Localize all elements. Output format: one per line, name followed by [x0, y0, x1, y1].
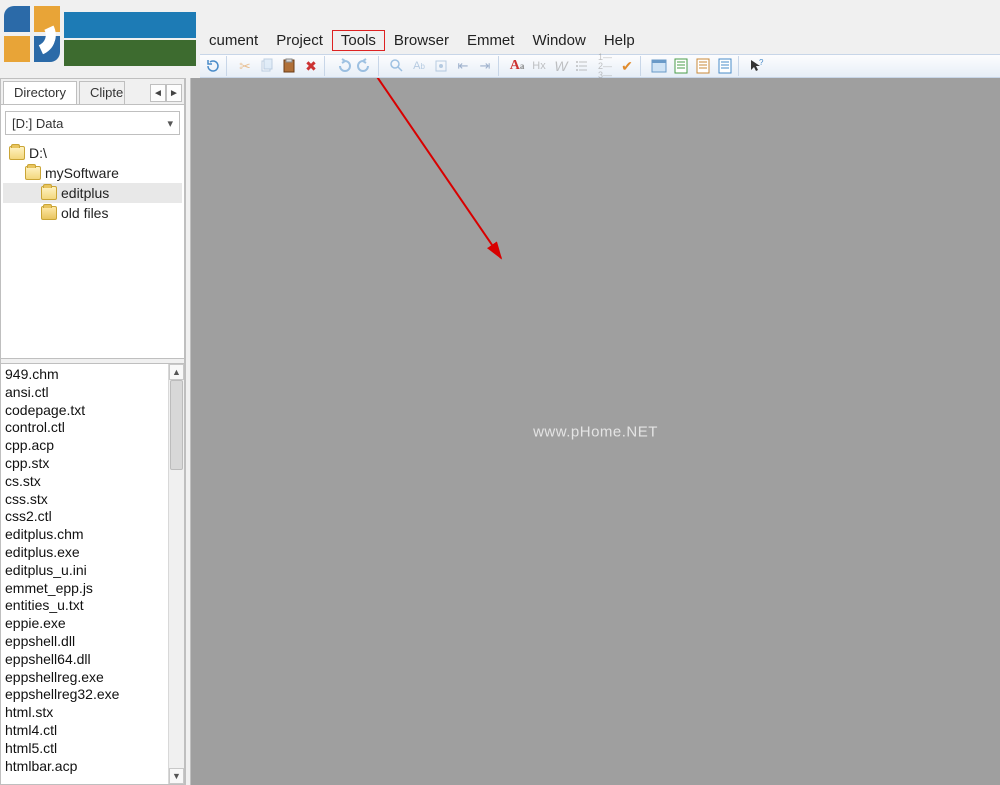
menu-project[interactable]: Project	[267, 30, 332, 51]
file-item[interactable]: editplus_u.ini	[5, 562, 164, 580]
sidebar: Directory Clipte ◄ ► [D:] Data ▾ D:\ myS…	[0, 78, 185, 785]
file-item[interactable]: control.ctl	[5, 419, 164, 437]
menu-document[interactable]: cument	[200, 30, 267, 51]
file-list-scrollbar[interactable]: ▲ ▼	[168, 364, 184, 784]
refresh-icon[interactable]	[202, 56, 224, 76]
font-icon[interactable]: Aa	[506, 56, 528, 76]
undo-icon[interactable]	[332, 56, 354, 76]
drive-label: [D:] Data	[12, 116, 63, 131]
title-bars	[64, 0, 200, 78]
directory-tree: D:\ mySoftware editplus old files	[1, 139, 184, 227]
folder-icon	[41, 186, 57, 200]
file-item[interactable]: editplus.chm	[5, 526, 164, 544]
word-icon[interactable]: W	[550, 56, 572, 76]
list-icon[interactable]	[572, 56, 594, 76]
tree-node-selected[interactable]: editplus	[3, 183, 182, 203]
tree-node-root[interactable]: D:\	[3, 143, 182, 163]
menu-help[interactable]: Help	[595, 30, 644, 51]
tree-node[interactable]: old files	[3, 203, 182, 223]
replace-icon[interactable]: Ab	[408, 56, 430, 76]
file-item[interactable]: eppshell64.dll	[5, 651, 164, 669]
file-item[interactable]: eppshellreg.exe	[5, 669, 164, 687]
workspace: www.pHome.NET	[191, 78, 1000, 785]
file-item[interactable]: css2.ctl	[5, 508, 164, 526]
preview-icon[interactable]	[648, 56, 670, 76]
file-item[interactable]: emmet_epp.js	[5, 580, 164, 598]
tree-label: editplus	[61, 185, 109, 201]
indent-right-icon[interactable]: ⇥	[474, 56, 496, 76]
drive-combo[interactable]: [D:] Data ▾	[5, 111, 180, 135]
menubar: cument Project Tools Browser Emmet Windo…	[200, 28, 1000, 52]
file-item[interactable]: editplus.exe	[5, 544, 164, 562]
help-cursor-icon[interactable]: ?	[746, 56, 768, 76]
page3-icon[interactable]	[714, 56, 736, 76]
heading-icon[interactable]: Hx	[528, 56, 550, 76]
file-item[interactable]: cpp.acp	[5, 437, 164, 455]
copy-icon[interactable]	[256, 56, 278, 76]
file-item[interactable]: eppshellreg32.exe	[5, 686, 164, 704]
menu-emmet[interactable]: Emmet	[458, 30, 524, 51]
indent-left-icon[interactable]: ⇤	[452, 56, 474, 76]
page-icon[interactable]	[670, 56, 692, 76]
app-logo-area	[0, 0, 200, 78]
delete-icon[interactable]: ✖	[300, 56, 322, 76]
file-item[interactable]: eppshell.dll	[5, 633, 164, 651]
folder-icon	[9, 146, 25, 160]
menu-window[interactable]: Window	[523, 30, 594, 51]
sidebar-tabs: Directory Clipte ◄ ►	[1, 79, 184, 105]
numbered-list-icon[interactable]: 1—2—3—	[594, 56, 616, 76]
tab-directory[interactable]: Directory	[3, 81, 77, 104]
page2-icon[interactable]	[692, 56, 714, 76]
file-item[interactable]: html4.ctl	[5, 722, 164, 740]
marker-icon[interactable]	[430, 56, 452, 76]
app-logo-icon	[0, 2, 64, 66]
cut-icon[interactable]: ✂	[234, 56, 256, 76]
tab-cliptext[interactable]: Clipte	[79, 81, 125, 104]
chevron-down-icon: ▾	[167, 117, 173, 130]
tree-node[interactable]: mySoftware	[3, 163, 182, 183]
file-item[interactable]: htmlbar.acp	[5, 758, 164, 776]
scroll-down-icon[interactable]: ▼	[169, 768, 184, 784]
file-list: 949.chmansi.ctlcodepage.txtcontrol.ctlcp…	[1, 364, 184, 784]
scroll-thumb[interactable]	[170, 380, 183, 470]
search-icon[interactable]	[386, 56, 408, 76]
menu-tools[interactable]: Tools	[332, 30, 385, 51]
scroll-up-icon[interactable]: ▲	[169, 364, 184, 380]
watermark-text: www.pHome.NET	[533, 423, 658, 440]
tree-label: D:\	[29, 145, 47, 161]
file-item[interactable]: cpp.stx	[5, 455, 164, 473]
file-item[interactable]: html.stx	[5, 704, 164, 722]
file-item[interactable]: cs.stx	[5, 473, 164, 491]
toolbar: ✂ ✖ Ab ⇤ ⇥ Aa Hx W 1—2—3— ✔ ?	[200, 54, 1000, 78]
redo-icon[interactable]	[354, 56, 376, 76]
check-icon[interactable]: ✔	[616, 56, 638, 76]
file-item[interactable]: 949.chm	[5, 366, 164, 384]
file-item[interactable]: css.stx	[5, 491, 164, 509]
folder-icon	[41, 206, 57, 220]
menu-browser[interactable]: Browser	[385, 30, 458, 51]
annotation-arrow-icon	[191, 78, 791, 378]
tree-label: old files	[61, 205, 108, 221]
tree-label: mySoftware	[45, 165, 119, 181]
file-item[interactable]: eppie.exe	[5, 615, 164, 633]
tab-scroll-right-icon[interactable]: ►	[166, 84, 182, 102]
file-item[interactable]: ansi.ctl	[5, 384, 164, 402]
file-item[interactable]: html5.ctl	[5, 740, 164, 758]
file-item[interactable]: codepage.txt	[5, 402, 164, 420]
svg-text:?: ?	[759, 58, 764, 67]
file-item[interactable]: entities_u.txt	[5, 597, 164, 615]
paste-icon[interactable]	[278, 56, 300, 76]
tab-scroll-left-icon[interactable]: ◄	[150, 84, 166, 102]
folder-icon	[25, 166, 41, 180]
